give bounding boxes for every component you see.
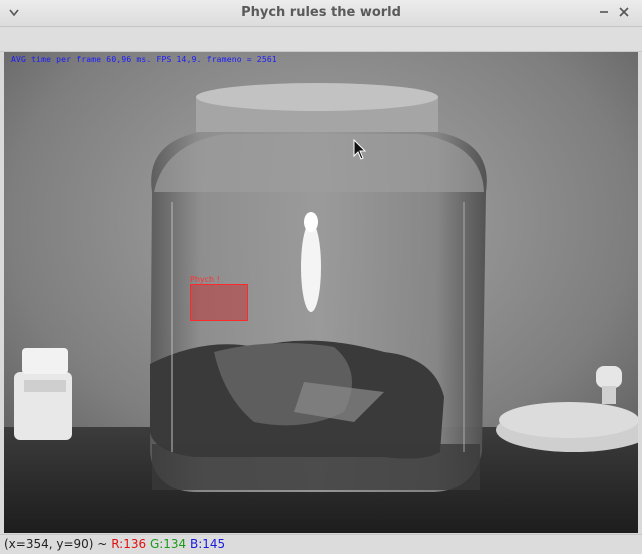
minimize-icon[interactable] bbox=[596, 4, 612, 20]
camera-view[interactable]: AVG time per frame 60,96 ms. FPS 14,9. f… bbox=[4, 52, 638, 533]
close-icon[interactable] bbox=[616, 4, 632, 20]
detection-box bbox=[190, 284, 248, 321]
pixel-green-value: G:134 bbox=[149, 537, 187, 551]
camera-frame-image bbox=[4, 52, 638, 533]
status-bar: (x=354, y=90) ~ R:136 G:134 B:145 bbox=[0, 534, 642, 554]
cursor-coords: (x=354, y=90) ~ bbox=[4, 537, 108, 551]
window-title: Phych rules the world bbox=[241, 5, 401, 20]
detection-label: Phych ! bbox=[190, 275, 220, 284]
toolbar bbox=[0, 27, 642, 52]
pixel-red-value: R:136 bbox=[111, 537, 147, 551]
mouse-cursor-icon bbox=[353, 139, 367, 160]
fps-overlay-text: AVG time per frame 60,96 ms. FPS 14,9. f… bbox=[11, 55, 277, 64]
title-bar: Phych rules the world bbox=[0, 0, 642, 27]
pixel-blue-value: B:145 bbox=[190, 537, 226, 551]
